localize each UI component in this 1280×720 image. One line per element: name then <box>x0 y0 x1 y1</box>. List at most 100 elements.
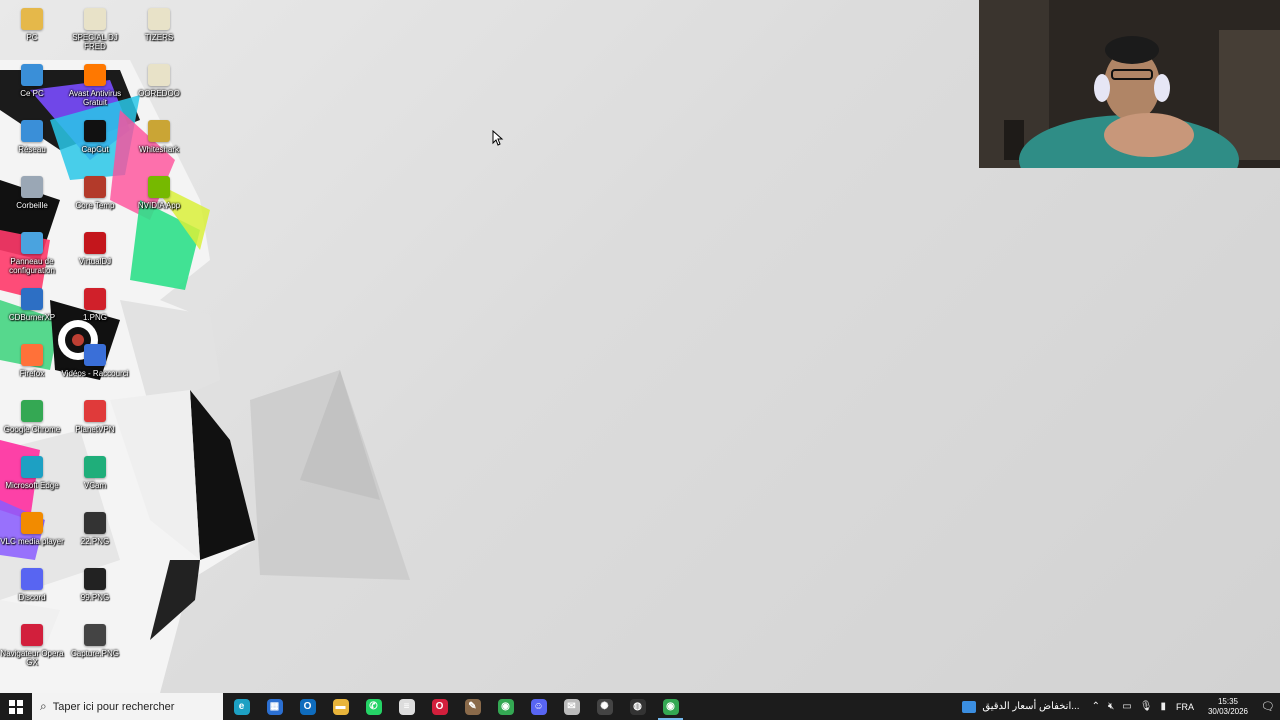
avast-icon <box>84 64 106 86</box>
desktop-icon[interactable]: Ce PC <box>0 60 64 116</box>
store-icon: ▦ <box>266 698 283 715</box>
desktop-icon[interactable]: Microsoft Edge <box>0 452 64 508</box>
desktop-icon[interactable]: Vidéos - Raccourci <box>62 340 129 396</box>
obs-taskbar-icon[interactable]: ◍ <box>621 693 654 720</box>
news-widget[interactable]: انخفاض أسعار الدقيق... <box>962 700 1080 713</box>
desktop-icon-label: Core Temp <box>75 201 115 210</box>
desktop-icon[interactable]: Whiteshark <box>127 116 191 172</box>
desktop-icon[interactable]: Réseau <box>0 116 64 172</box>
desktop-icon-label: Capture.PNG <box>70 649 120 658</box>
edge-taskbar-icon[interactable]: e <box>225 693 258 720</box>
desktop-icon[interactable]: Navigateur Opera GX <box>0 620 64 676</box>
desktop-icon[interactable]: VCam <box>63 452 127 508</box>
firefox-icon <box>21 344 43 366</box>
notepad-taskbar-icon[interactable]: ≡ <box>390 693 423 720</box>
news-icon <box>962 700 977 713</box>
desktop-icon[interactable]: CapCut <box>63 116 127 172</box>
desktop-icon[interactable]: VLC media player <box>0 508 64 564</box>
mouse-cursor <box>492 130 504 146</box>
windows-logo-icon <box>9 699 23 714</box>
taskbar: ⌕ Taper ici pour rechercher e ▦ O ▬ ✆ ≡ O ✎ ◉ ☺ ✉ ✺… <box>0 693 1280 720</box>
clock-date: 30/03/2026 <box>1207 706 1248 716</box>
network-icon[interactable]: ▭ <box>1122 701 1131 712</box>
file-explorer-icon: ▬ <box>332 698 349 715</box>
desktop-icon[interactable]: Corbeille <box>0 172 64 228</box>
discord-taskbar-icon[interactable]: ☺ <box>522 693 555 720</box>
desktop-icon-label: NVIDIA App <box>137 201 181 210</box>
news-headline: انخفاض أسعار الدقيق... <box>982 701 1080 712</box>
taskbar-search-box[interactable]: ⌕ Taper ici pour rechercher <box>32 693 223 720</box>
notepad-icon: ≡ <box>398 698 415 715</box>
image-file-icon <box>84 512 106 534</box>
chatgpt-icon: ✺ <box>596 698 613 715</box>
image-file-icon <box>84 568 106 590</box>
outlook-icon: O <box>299 698 316 715</box>
chrome-active-taskbar-icon[interactable]: ◉ <box>654 693 687 720</box>
mail-taskbar-icon[interactable]: ✉ <box>555 693 588 720</box>
desktop-icon[interactable]: CDBurnerXP <box>0 284 64 340</box>
desktop-icon-label: Ce PC <box>20 89 44 98</box>
chevron-up-icon[interactable]: ⌃ <box>1092 701 1100 712</box>
outlook-taskbar-icon[interactable]: O <box>291 693 324 720</box>
language-indicator[interactable]: FRA <box>1176 702 1194 712</box>
chatgpt-taskbar-icon[interactable]: ✺ <box>588 693 621 720</box>
desktop-icon[interactable]: Capture.PNG <box>63 620 127 676</box>
desktop-icon[interactable]: OOREDOO <box>127 60 191 116</box>
desktop-icon-label: SPECIAL DJ FRED <box>72 33 118 51</box>
desktop-icon-label: VirtualDJ <box>78 257 112 266</box>
core-temp-icon <box>84 176 106 198</box>
folder-icon <box>148 64 170 86</box>
search-placeholder: Taper ici pour rechercher <box>52 700 175 713</box>
desktop-icon[interactable]: 22.PNG <box>63 508 127 564</box>
webcam-feed <box>979 0 1280 168</box>
desktop-icon[interactable]: NVIDIA App <box>127 172 191 228</box>
desktop-icon[interactable]: PlanetVPN <box>63 396 127 452</box>
desktop-icon-label: Panneau de configuration <box>9 257 55 275</box>
whatsapp-taskbar-icon[interactable]: ✆ <box>357 693 390 720</box>
folder-icon <box>148 120 170 142</box>
recycle-bin-icon <box>21 176 43 198</box>
folder-icon <box>84 8 106 30</box>
webcam-overlay <box>979 0 1280 168</box>
desktop-icon[interactable]: Discord <box>0 564 64 620</box>
taskbar-pinned-apps: e ▦ O ▬ ✆ ≡ O ✎ ◉ ☺ ✉ ✺ ◍ ◉ <box>225 693 687 720</box>
network-icon <box>21 120 43 142</box>
desktop-icon[interactable]: PC <box>0 4 64 60</box>
opera-taskbar-icon[interactable]: O <box>423 693 456 720</box>
store-taskbar-icon[interactable]: ▦ <box>258 693 291 720</box>
desktop-icon-label: Avast Antivirus Gratuit <box>68 89 122 107</box>
chrome-taskbar-icon[interactable]: ◉ <box>489 693 522 720</box>
paint-taskbar-icon[interactable]: ✎ <box>456 693 489 720</box>
desktop-icon-label: CDBurnerXP <box>8 313 56 322</box>
vlc-icon <box>21 512 43 534</box>
microphone-icon[interactable]: 🎙︎ <box>1140 701 1153 712</box>
desktop-icon[interactable]: VirtualDJ <box>63 228 127 284</box>
start-button[interactable] <box>0 693 32 720</box>
desktop-icon[interactable]: Core Temp <box>63 172 127 228</box>
image-file-icon <box>84 624 106 646</box>
desktop-icon-label: Firefox <box>19 369 45 378</box>
desktop-icon[interactable]: Panneau de configuration <box>0 228 64 284</box>
desktop-icon[interactable]: TIZERS <box>127 4 191 60</box>
system-tray: انخفاض أسعار الدقيق... ⌃ 🔇︎ ▭ 🎙︎ ▮ FRA 1… <box>962 693 1280 720</box>
file-explorer-taskbar-icon[interactable]: ▬ <box>324 693 357 720</box>
desktop-icon[interactable]: SPECIAL DJ FRED <box>63 4 127 60</box>
clock[interactable]: 15:35 30/03/2026 <box>1208 697 1248 717</box>
battery-icon[interactable]: ▮ <box>1160 701 1166 712</box>
desktop-icon-label: TIZERS <box>144 33 174 42</box>
virtualdj-icon <box>84 232 106 254</box>
desktop-icon-label: PC <box>26 33 38 42</box>
capcut-icon <box>84 120 106 142</box>
speaker-muted-icon[interactable]: 🔇︎ <box>1108 701 1114 712</box>
desktop-icon[interactable]: Avast Antivirus Gratuit <box>63 60 127 116</box>
desktop-icon[interactable]: Google Chrome <box>0 396 64 452</box>
nvidia-icon <box>148 176 170 198</box>
chrome-active-icon: ◉ <box>662 698 679 715</box>
desktop-icon[interactable]: 99.PNG <box>63 564 127 620</box>
obs-icon: ◍ <box>629 698 646 715</box>
chrome-icon <box>21 400 43 422</box>
notification-center-icon[interactable]: 🗨︎ <box>1256 700 1280 713</box>
mail-icon: ✉ <box>563 698 580 715</box>
desktop-icon[interactable]: Firefox <box>0 340 64 396</box>
desktop-icon[interactable]: 1.PNG <box>63 284 127 340</box>
